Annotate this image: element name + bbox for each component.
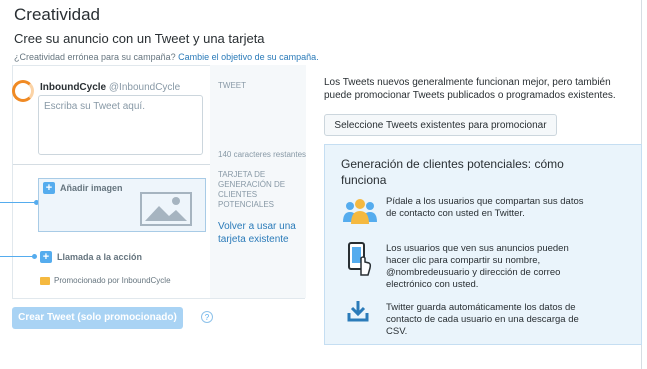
existing-tweets-info: Los Tweets nuevos generalmente funcionan… <box>324 77 616 101</box>
account-handle: @InboundCycle <box>108 82 181 93</box>
call-to-action-label[interactable]: Llamada a la acción <box>57 252 142 262</box>
create-tweet-button[interactable]: Crear Tweet (solo promocionado) <box>12 307 183 329</box>
select-existing-tweets-button[interactable]: Seleccione Tweets existentes para promoc… <box>324 114 557 136</box>
connector-line-image <box>0 202 38 203</box>
leadgen-title: Generación de clientes potenciales: cómo… <box>341 157 564 187</box>
objective-question-text: ¿Creatividad errónea para su campaña? <box>14 52 176 62</box>
avatar <box>12 80 34 102</box>
promoted-by-text: Promocionado por InboundCycle <box>54 276 171 285</box>
leadgen-step-text: Twitter guarda automáticamente los datos… <box>386 302 579 337</box>
page-title: Creatividad <box>14 5 100 24</box>
add-image-plus-icon[interactable]: + <box>43 182 55 194</box>
promoted-icon <box>40 277 50 285</box>
tweet-input[interactable] <box>38 95 203 155</box>
leadgen-step-text: Pídale a los usuarios que compartan sus … <box>386 196 584 219</box>
phone-icon <box>348 242 372 283</box>
download-icon <box>347 300 369 327</box>
objective-question: ¿Creatividad errónea para su campaña? Ca… <box>14 52 319 62</box>
image-placeholder-icon <box>140 192 192 231</box>
char-counter: 140 caracteres restantes <box>218 150 307 159</box>
page-subtitle: Cree su anuncio con un Tweet y una tarje… <box>14 31 265 46</box>
people-icon <box>343 198 377 229</box>
reuse-card-link[interactable]: Volver a usar una tarjeta existente <box>218 220 303 246</box>
call-to-action-plus-icon[interactable]: + <box>40 251 52 263</box>
connector-line-cta <box>0 256 36 257</box>
add-image-label[interactable]: Añadir imagen <box>60 183 123 193</box>
account-name-text: InboundCycle <box>40 82 107 93</box>
account-name: InboundCycle @InboundCycle <box>40 82 180 93</box>
composer-left-border <box>12 65 13 298</box>
tweet-section-label: TWEET <box>218 81 246 90</box>
leadgen-step-text: Los usuarios que ven sus anuncios pueden… <box>386 243 569 290</box>
change-objective-link[interactable]: Cambie el objetivo de su campaña. <box>178 52 319 62</box>
divider-bottom <box>12 298 305 299</box>
connector-dot-cta <box>32 254 37 259</box>
card-section-label: TARJETA DE GENERACIÓN DE CLIENTES POTENC… <box>218 170 286 209</box>
help-icon[interactable]: ? <box>201 311 213 323</box>
